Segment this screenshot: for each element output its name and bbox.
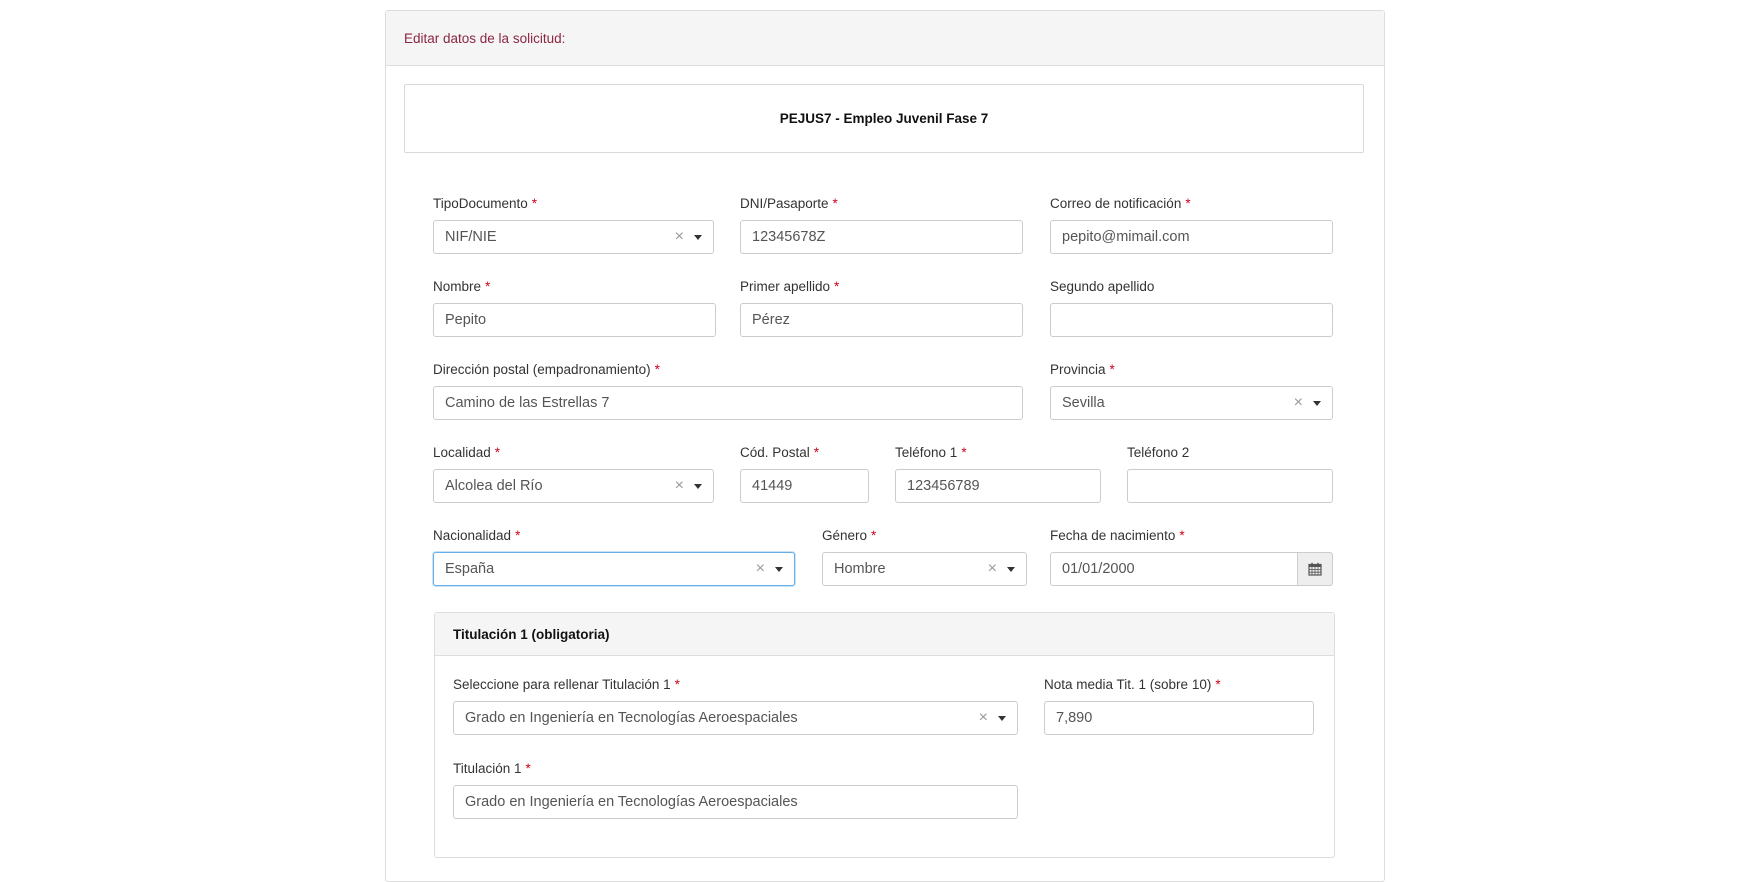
localidad-value: Alcolea del Río: [445, 478, 543, 494]
seleccione-titulacion-select[interactable]: Grado en Ingeniería en Tecnologías Aeroe…: [453, 701, 1018, 735]
caret-down-icon: [775, 566, 783, 572]
localidad-select[interactable]: Alcolea del Río ×: [433, 469, 714, 503]
caret-down-icon: [1313, 400, 1321, 406]
correo-input[interactable]: [1050, 220, 1333, 254]
caret-down-icon: [694, 234, 702, 240]
primer-apellido-label: Primer apellido *: [740, 279, 840, 294]
telefono1-input[interactable]: [895, 469, 1101, 503]
dni-label: DNI/Pasaporte *: [740, 196, 838, 211]
seleccione-titulacion-value: Grado en Ingeniería en Tecnologías Aeroe…: [465, 710, 798, 726]
nota-media-label: Nota media Tit. 1 (sobre 10) *: [1044, 677, 1221, 692]
nacionalidad-select[interactable]: España ×: [433, 552, 795, 586]
provincia-select[interactable]: Sevilla ×: [1050, 386, 1333, 420]
provincia-label: Provincia *: [1050, 362, 1115, 377]
calendar-button[interactable]: [1297, 552, 1333, 586]
close-icon[interactable]: ×: [979, 710, 988, 726]
tipo-documento-select[interactable]: NIF/NIE ×: [433, 220, 714, 254]
seleccione-titulacion-label: Seleccione para rellenar Titulación 1 *: [453, 677, 680, 692]
telefono1-label: Teléfono 1 *: [895, 445, 967, 460]
titulacion1-label: Titulación 1 *: [453, 761, 531, 776]
panel-heading: Editar datos de la solicitud:: [386, 11, 1384, 66]
genero-label: Género *: [822, 528, 877, 543]
caret-down-icon: [694, 483, 702, 489]
nacionalidad-value: España: [445, 561, 495, 577]
calendar-icon: [1308, 562, 1322, 576]
nota-media-input[interactable]: [1044, 701, 1314, 735]
telefono2-label: Teléfono 2: [1127, 445, 1190, 460]
cod-postal-label: Cód. Postal *: [740, 445, 820, 460]
close-icon[interactable]: ×: [675, 478, 684, 494]
program-title: PEJUS7 - Empleo Juvenil Fase 7: [404, 84, 1364, 153]
segundo-apellido-label: Segundo apellido: [1050, 279, 1155, 294]
dni-input[interactable]: [740, 220, 1023, 254]
close-icon[interactable]: ×: [1294, 395, 1303, 411]
close-icon[interactable]: ×: [988, 561, 997, 577]
localidad-label: Localidad *: [433, 445, 501, 460]
caret-down-icon: [1007, 566, 1015, 572]
fecha-nacimiento-label: Fecha de nacimiento *: [1050, 528, 1185, 543]
titulacion1-panel: Titulación 1 (obligatoria) Seleccione pa…: [434, 612, 1335, 858]
provincia-value: Sevilla: [1062, 395, 1105, 411]
segundo-apellido-input[interactable]: [1050, 303, 1333, 337]
telefono2-input[interactable]: [1127, 469, 1333, 503]
caret-down-icon: [998, 715, 1006, 721]
correo-label: Correo de notificación *: [1050, 196, 1191, 211]
close-icon[interactable]: ×: [675, 229, 684, 245]
cod-postal-input[interactable]: [740, 469, 869, 503]
genero-value: Hombre: [834, 561, 886, 577]
edit-application-panel: Editar datos de la solicitud: PEJUS7 - E…: [385, 10, 1385, 882]
nombre-label: Nombre *: [433, 279, 491, 294]
titulacion1-input[interactable]: [453, 785, 1018, 819]
primer-apellido-input[interactable]: [740, 303, 1023, 337]
close-icon[interactable]: ×: [756, 561, 765, 577]
tipo-documento-label: TipoDocumento *: [433, 196, 538, 211]
direccion-input[interactable]: [433, 386, 1023, 420]
fecha-nacimiento-input[interactable]: [1050, 552, 1298, 586]
titulacion1-heading: Titulación 1 (obligatoria): [435, 613, 1334, 656]
nacionalidad-label: Nacionalidad *: [433, 528, 521, 543]
nombre-input[interactable]: [433, 303, 716, 337]
tipo-documento-value: NIF/NIE: [445, 229, 497, 245]
direccion-label: Dirección postal (empadronamiento) *: [433, 362, 660, 377]
genero-select[interactable]: Hombre ×: [822, 552, 1027, 586]
